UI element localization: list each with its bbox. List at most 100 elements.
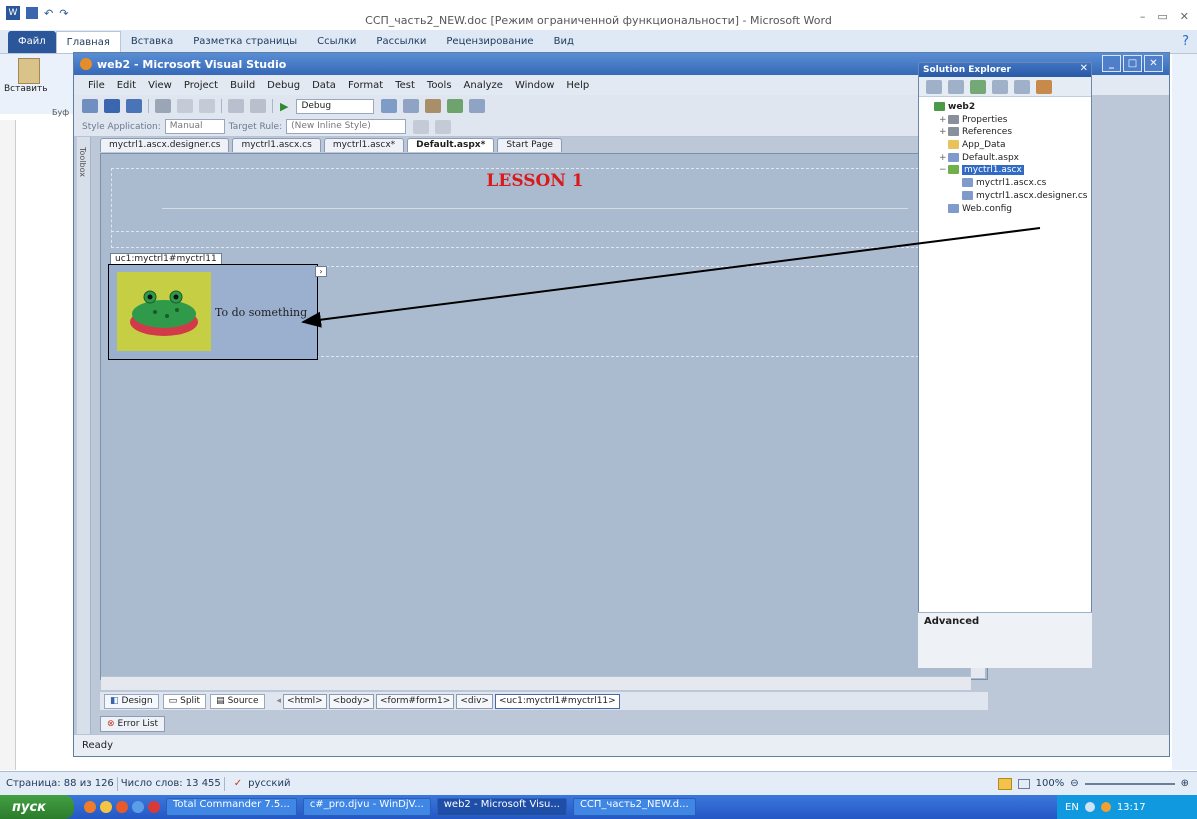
print-layout-icon[interactable] bbox=[997, 777, 1012, 790]
menu-help[interactable]: Help bbox=[560, 80, 595, 91]
breadcrumb-form[interactable]: <form#form1> bbox=[375, 693, 455, 709]
user-control-instance[interactable]: To do something bbox=[108, 264, 318, 360]
properties-window-icon[interactable] bbox=[403, 99, 420, 113]
breadcrumb-div[interactable]: <div> bbox=[456, 693, 493, 709]
menu-tools[interactable]: Tools bbox=[421, 80, 458, 91]
maximize-icon[interactable]: □ bbox=[1123, 55, 1142, 72]
target-rule-select[interactable]: (New Inline Style) bbox=[286, 119, 407, 134]
save-icon[interactable] bbox=[104, 99, 120, 113]
expand-toggle-icon[interactable]: + bbox=[939, 152, 948, 165]
start-debug-icon[interactable]: ▶ bbox=[280, 100, 288, 113]
page-heading[interactable]: LESSON 1 bbox=[111, 171, 959, 191]
tree-item[interactable]: myctrl1.ascx.designer.cs bbox=[925, 190, 1091, 203]
expand-toggle-icon[interactable]: + bbox=[939, 126, 948, 139]
view-code-icon[interactable] bbox=[992, 79, 1008, 94]
task-word[interactable]: ССП_часть2_NEW.d... bbox=[572, 798, 696, 816]
tree-item[interactable]: myctrl1.ascx.cs bbox=[925, 177, 1091, 190]
undo-icon[interactable] bbox=[228, 99, 244, 113]
toolbox-icon[interactable] bbox=[425, 99, 442, 113]
paste-icon[interactable] bbox=[199, 99, 215, 113]
reuse-style-icon[interactable] bbox=[435, 119, 452, 134]
expand-toggle-icon[interactable]: − bbox=[939, 164, 948, 177]
tree-item[interactable]: − myctrl1.ascx bbox=[925, 164, 1091, 177]
menu-view[interactable]: View bbox=[142, 80, 178, 91]
tree-item[interactable]: + Properties bbox=[925, 114, 1091, 127]
tree-item[interactable]: Web.config bbox=[925, 203, 1091, 216]
close-icon[interactable]: ✕ bbox=[1080, 63, 1088, 74]
quick-launch-icon[interactable] bbox=[132, 801, 144, 813]
tab-references[interactable]: Ссылки bbox=[307, 31, 366, 53]
quick-launch-icon[interactable] bbox=[148, 801, 160, 813]
design-view-button[interactable]: ◧ Design bbox=[104, 693, 159, 709]
tree-item[interactable]: + References bbox=[925, 126, 1091, 139]
quick-launch-icon[interactable] bbox=[84, 801, 96, 813]
menu-format[interactable]: Format bbox=[342, 80, 389, 91]
find-in-files-icon[interactable] bbox=[381, 99, 398, 113]
tab-default-aspx[interactable]: Default.aspx* bbox=[407, 138, 495, 152]
full-screen-icon[interactable] bbox=[1017, 778, 1030, 789]
show-all-files-icon[interactable] bbox=[948, 79, 964, 94]
tab-view[interactable]: Вид bbox=[544, 31, 584, 53]
menu-debug[interactable]: Debug bbox=[261, 80, 306, 91]
minimize-icon[interactable]: _ bbox=[1102, 55, 1121, 72]
split-view-button[interactable]: ▭ Split bbox=[162, 693, 207, 709]
quick-launch-icon[interactable] bbox=[100, 801, 112, 813]
refresh-icon[interactable] bbox=[970, 79, 986, 94]
toolbox-label[interactable]: Toolbox bbox=[78, 147, 87, 177]
cut-icon[interactable] bbox=[155, 99, 171, 113]
menu-window[interactable]: Window bbox=[509, 80, 560, 91]
apply-style-icon[interactable] bbox=[413, 119, 430, 134]
menu-build[interactable]: Build bbox=[224, 80, 261, 91]
output-window-icon[interactable] bbox=[469, 99, 486, 113]
tag-nav-left-icon[interactable]: ◂ bbox=[277, 696, 282, 706]
tab-start-page[interactable]: Start Page bbox=[497, 138, 562, 152]
clock[interactable]: 13:17 bbox=[1117, 802, 1146, 813]
task-visual-studio[interactable]: web2 - Microsoft Visu... bbox=[436, 798, 567, 816]
language-indicator[interactable]: EN bbox=[1065, 802, 1079, 813]
page-count[interactable]: Страница: 88 из 126 bbox=[6, 778, 114, 789]
start-button[interactable]: пуск bbox=[0, 795, 74, 819]
source-view-button[interactable]: ▤ Source bbox=[210, 693, 265, 709]
new-project-icon[interactable] bbox=[82, 99, 98, 113]
redo-icon[interactable] bbox=[250, 99, 266, 113]
view-designer-icon[interactable] bbox=[1014, 79, 1030, 94]
zoom-out-icon[interactable]: ⊖ bbox=[1070, 778, 1078, 789]
word-right-scrollbar[interactable] bbox=[1172, 54, 1197, 770]
minimize-icon[interactable]: – bbox=[1140, 10, 1146, 23]
copy-icon[interactable] bbox=[177, 99, 193, 113]
spelling-icon[interactable]: ✓ bbox=[234, 778, 242, 789]
tree-item[interactable]: + Default.aspx bbox=[925, 152, 1091, 165]
breadcrumb-body[interactable]: <body> bbox=[328, 693, 374, 709]
properties-icon[interactable] bbox=[926, 79, 942, 94]
tab-mailings[interactable]: Рассылки bbox=[366, 31, 436, 53]
paste-label[interactable]: Вставить bbox=[4, 84, 48, 94]
paste-icon[interactable] bbox=[18, 58, 40, 84]
tab-myctrl1-ascx-cs[interactable]: myctrl1.ascx.cs bbox=[232, 138, 321, 152]
tab-review[interactable]: Рецензирование bbox=[436, 31, 543, 53]
error-list-tab[interactable]: ⊗ Error List bbox=[100, 716, 166, 732]
tray-icon[interactable] bbox=[1100, 802, 1111, 812]
zoom-slider[interactable] bbox=[1084, 782, 1175, 785]
quick-launch-icon[interactable] bbox=[116, 801, 128, 813]
menu-analyze[interactable]: Analyze bbox=[458, 80, 509, 91]
tab-myctrl1-ascx[interactable]: myctrl1.ascx* bbox=[323, 138, 405, 152]
menu-edit[interactable]: Edit bbox=[111, 80, 142, 91]
menu-data[interactable]: Data bbox=[306, 80, 342, 91]
solution-configuration-select[interactable]: Debug bbox=[296, 98, 375, 114]
tab-insert[interactable]: Вставка bbox=[121, 31, 183, 53]
menu-project[interactable]: Project bbox=[178, 80, 224, 91]
menu-file[interactable]: File bbox=[82, 80, 111, 91]
designer-horizontal-scrollbar[interactable] bbox=[101, 676, 971, 690]
tray-icon[interactable] bbox=[1084, 802, 1095, 812]
tree-item[interactable]: web2 bbox=[925, 101, 1091, 114]
breadcrumb-html[interactable]: <html> bbox=[283, 693, 327, 709]
toolbox-tab[interactable]: Toolbox bbox=[77, 137, 91, 737]
word-count[interactable]: Число слов: 13 455 bbox=[121, 778, 221, 789]
tab-home[interactable]: Главная bbox=[55, 30, 121, 53]
tab-page-layout[interactable]: Разметка страницы bbox=[183, 31, 307, 53]
zoom-in-icon[interactable]: ⊕ bbox=[1181, 778, 1189, 789]
zoom-level[interactable]: 100% bbox=[1036, 778, 1065, 789]
restore-icon[interactable]: ▭ bbox=[1157, 10, 1167, 23]
smart-tag-icon[interactable]: › bbox=[315, 266, 327, 277]
close-icon[interactable]: ✕ bbox=[1144, 55, 1163, 72]
